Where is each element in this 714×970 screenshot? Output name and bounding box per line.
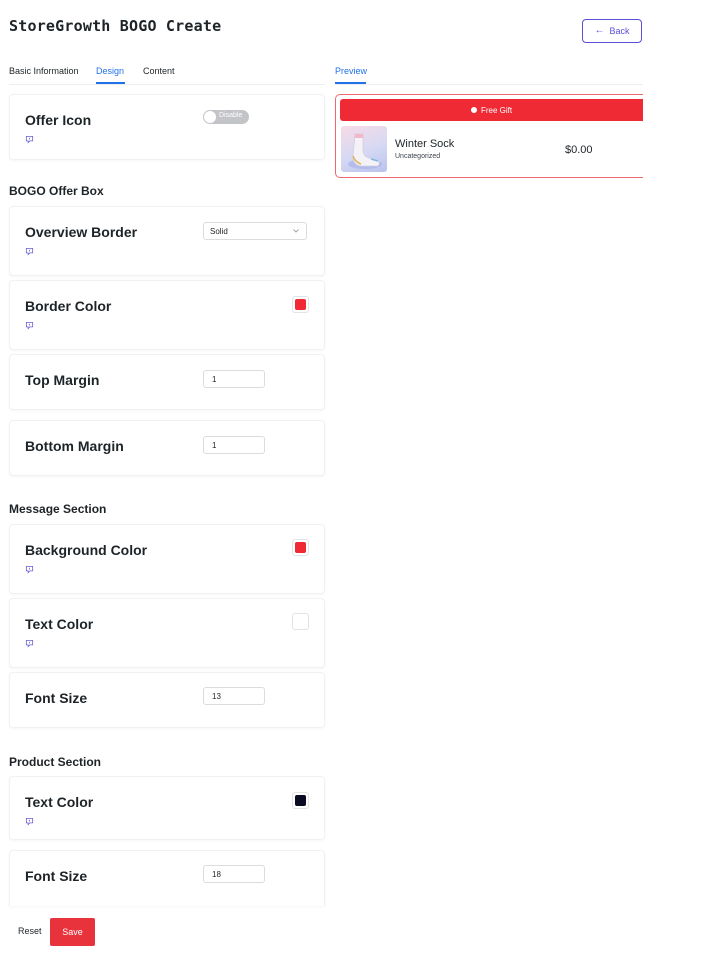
tooltip-icon[interactable] bbox=[25, 247, 34, 256]
tooltip-icon[interactable] bbox=[25, 639, 34, 648]
overview-border-value: Solid bbox=[210, 227, 228, 236]
overview-border-label: Overview Border bbox=[25, 224, 138, 240]
toggle-knob bbox=[204, 111, 216, 123]
preview-tab-indicator bbox=[335, 82, 366, 84]
tooltip-icon[interactable] bbox=[25, 135, 34, 144]
product-text-color-card: Text Color bbox=[9, 776, 325, 840]
message-text-color-card: Text Color bbox=[9, 598, 325, 668]
product-name: Winter Sock bbox=[395, 138, 455, 150]
toggle-label: Disable bbox=[219, 112, 243, 119]
product-category: Uncategorized bbox=[395, 153, 441, 160]
product-image bbox=[341, 126, 387, 172]
tab-content[interactable]: Content bbox=[143, 66, 175, 76]
text-color-label: Text Color bbox=[25, 616, 94, 632]
top-margin-card: Top Margin 1 bbox=[9, 354, 325, 410]
bogo-preview-box: Free Gift Winter Sock Uncategorized $0.0… bbox=[335, 94, 643, 178]
bottom-margin-card: Bottom Margin 1 bbox=[9, 420, 325, 476]
product-font-size-input[interactable]: 18 bbox=[203, 865, 265, 883]
back-button-label: Back bbox=[609, 26, 630, 36]
background-color-label: Background Color bbox=[25, 542, 148, 558]
back-button[interactable]: ← Back bbox=[582, 19, 642, 43]
font-size-label: Font Size bbox=[25, 690, 88, 706]
page-title: StoreGrowth BOGO Create bbox=[9, 17, 222, 35]
message-background-color-swatch[interactable] bbox=[292, 539, 309, 556]
offer-icon-card: Offer Icon Disable bbox=[9, 94, 325, 160]
message-text-color-fill bbox=[295, 616, 306, 627]
free-gift-banner: Free Gift bbox=[340, 99, 643, 121]
arrow-left-icon: ← bbox=[594, 25, 605, 36]
message-text-color-swatch[interactable] bbox=[292, 613, 309, 630]
active-tab-indicator bbox=[96, 82, 125, 84]
tab-preview[interactable]: Preview bbox=[335, 66, 367, 76]
product-text-color-label: Text Color bbox=[25, 794, 94, 810]
product-font-size-card: Font Size 18 bbox=[9, 850, 325, 906]
top-margin-label: Top Margin bbox=[25, 372, 100, 388]
reset-button[interactable]: Reset bbox=[18, 926, 42, 936]
section-title-product: Product Section bbox=[9, 755, 102, 769]
section-title-message: Message Section bbox=[9, 502, 107, 516]
border-color-fill bbox=[295, 299, 306, 310]
overview-border-select[interactable]: Solid bbox=[203, 222, 307, 240]
gift-dot-icon bbox=[470, 107, 477, 113]
border-color-label: Border Color bbox=[25, 298, 112, 314]
offer-icon-toggle[interactable]: Disable bbox=[203, 110, 249, 124]
section-title-bogo-offer-box: BOGO Offer Box bbox=[9, 184, 104, 198]
product-font-size-label: Font Size bbox=[25, 868, 88, 884]
border-color-swatch[interactable] bbox=[292, 296, 309, 313]
chevron-down-icon bbox=[293, 229, 299, 233]
top-margin-input[interactable]: 1 bbox=[203, 370, 265, 388]
offer-icon-label: Offer Icon bbox=[25, 112, 92, 128]
product-text-color-fill bbox=[295, 795, 306, 806]
tooltip-icon[interactable] bbox=[25, 321, 34, 330]
message-font-size-card: Font Size 13 bbox=[9, 672, 325, 728]
settings-tabs: Basic Information Design Content bbox=[9, 58, 325, 85]
tooltip-icon[interactable] bbox=[25, 565, 34, 574]
bottom-margin-label: Bottom Margin bbox=[25, 438, 124, 454]
overview-border-card: Overview Border Solid bbox=[9, 206, 325, 276]
product-text-color-swatch[interactable] bbox=[292, 792, 309, 809]
product-price: $0.00 bbox=[565, 144, 593, 156]
border-color-card: Border Color bbox=[9, 280, 325, 350]
bottom-margin-input[interactable]: 1 bbox=[203, 436, 265, 454]
free-gift-label: Free Gift bbox=[480, 105, 513, 115]
preview-tabs: Preview bbox=[335, 58, 643, 85]
tooltip-icon[interactable] bbox=[25, 817, 34, 826]
message-background-color-card: Background Color bbox=[9, 524, 325, 594]
message-font-size-input[interactable]: 13 bbox=[203, 687, 265, 705]
message-background-color-fill bbox=[295, 542, 306, 553]
save-button[interactable]: Save bbox=[50, 918, 95, 946]
tab-basic-information[interactable]: Basic Information bbox=[9, 66, 79, 76]
tab-design[interactable]: Design bbox=[96, 66, 124, 76]
sock-product-image bbox=[348, 133, 382, 169]
